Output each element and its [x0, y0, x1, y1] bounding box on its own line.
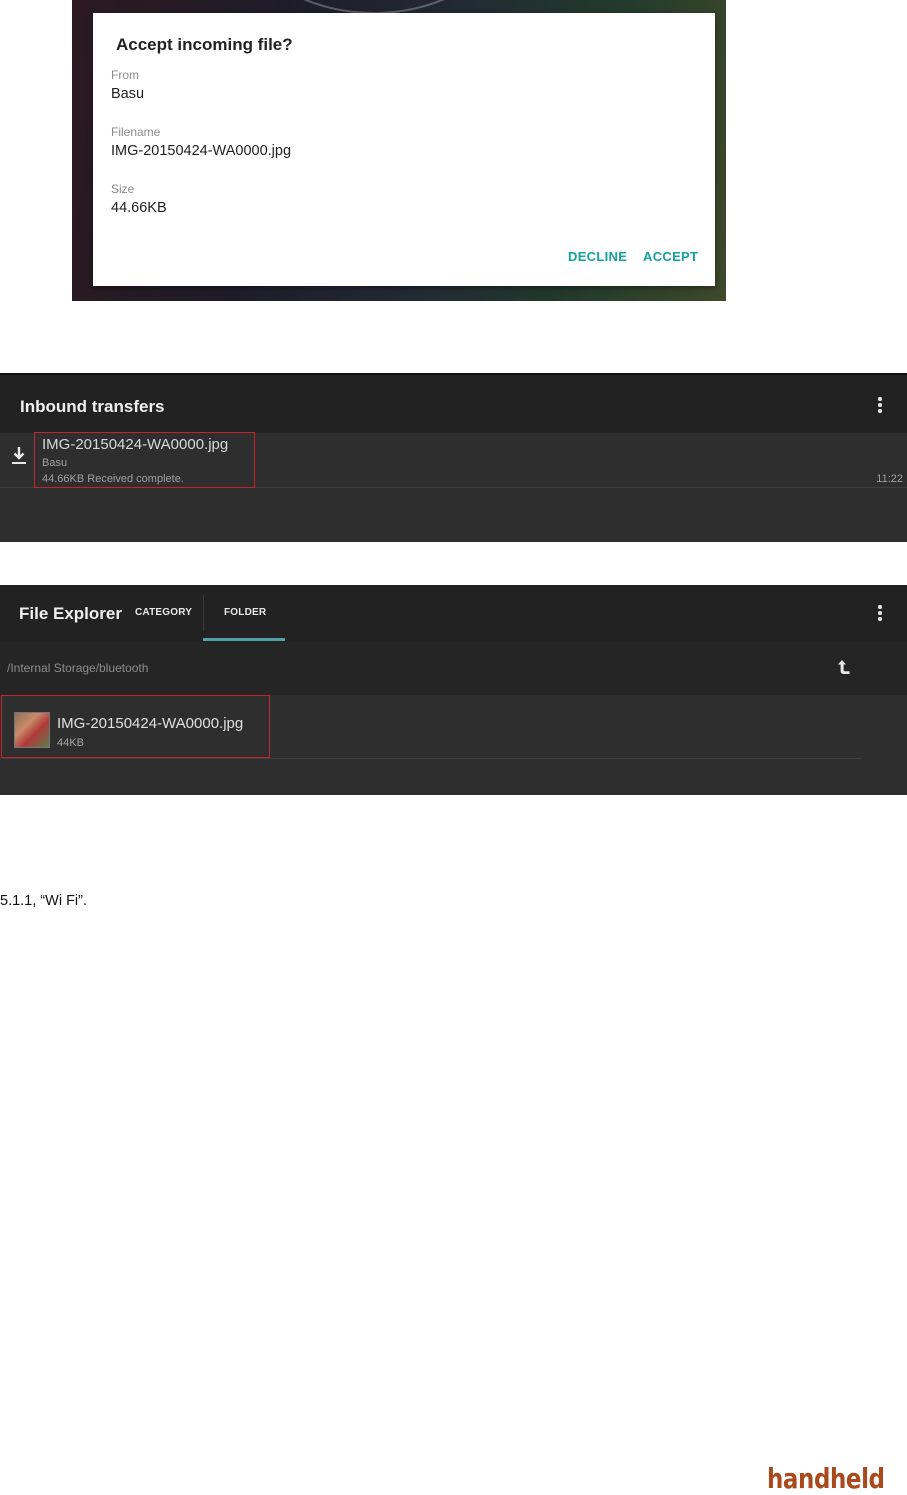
up-folder-icon[interactable] — [836, 658, 852, 676]
transfer-sender: Basu — [42, 457, 68, 469]
from-label: From — [111, 68, 139, 82]
overflow-menu-icon[interactable] — [877, 605, 883, 623]
size-value: 44.66KB — [111, 200, 167, 216]
tab-divider — [203, 595, 204, 631]
accept-button[interactable]: ACCEPT — [643, 249, 698, 264]
highlight-box — [1, 695, 270, 758]
transfer-time: 11:22 — [876, 473, 903, 485]
transfer-file-name: IMG-20150424-WA0000.jpg — [42, 436, 229, 453]
wallpaper-decoration — [222, 0, 526, 14]
tab-category[interactable]: CATEGORY — [135, 607, 192, 618]
from-value: Basu — [111, 86, 145, 102]
section-reference-text: 5.1.1, “Wi Fi”. — [0, 893, 88, 909]
transfer-status: 44.66KB Received complete. — [42, 473, 184, 485]
accept-dialog-screenshot: Accept incoming file? From Basu Filename… — [72, 0, 726, 301]
current-path: /Internal Storage/bluetooth — [7, 661, 149, 675]
download-icon — [12, 447, 26, 464]
inbound-transfers-screenshot: Inbound transfers IMG-20150424-WA0000.jp… — [0, 373, 907, 542]
path-bar: /Internal Storage/bluetooth — [0, 641, 907, 695]
handheld-logo: handheld — [767, 1462, 885, 1495]
transfer-list-item[interactable]: IMG-20150424-WA0000.jpg Basu 44.66KB Rec… — [0, 431, 907, 488]
accept-file-dialog: Accept incoming file? From Basu Filename… — [93, 13, 715, 286]
size-label: Size — [111, 182, 135, 196]
file-explorer-title: File Explorer — [19, 604, 122, 623]
filename-label: Filename — [111, 125, 161, 139]
decline-button[interactable]: DECLINE — [568, 249, 627, 264]
inbound-transfers-toolbar: Inbound transfers — [0, 373, 907, 433]
inbound-transfers-title: Inbound transfers — [20, 397, 165, 416]
list-divider — [0, 758, 862, 759]
filename-value: IMG-20150424-WA0000.jpg — [111, 143, 292, 159]
overflow-menu-icon[interactable] — [877, 397, 883, 415]
file-explorer-screenshot: File Explorer CATEGORY FOLDER /Internal … — [0, 585, 907, 795]
tab-folder[interactable]: FOLDER — [224, 607, 266, 618]
dialog-title: Accept incoming file? — [116, 35, 293, 54]
file-explorer-toolbar: File Explorer CATEGORY FOLDER — [0, 585, 907, 641]
